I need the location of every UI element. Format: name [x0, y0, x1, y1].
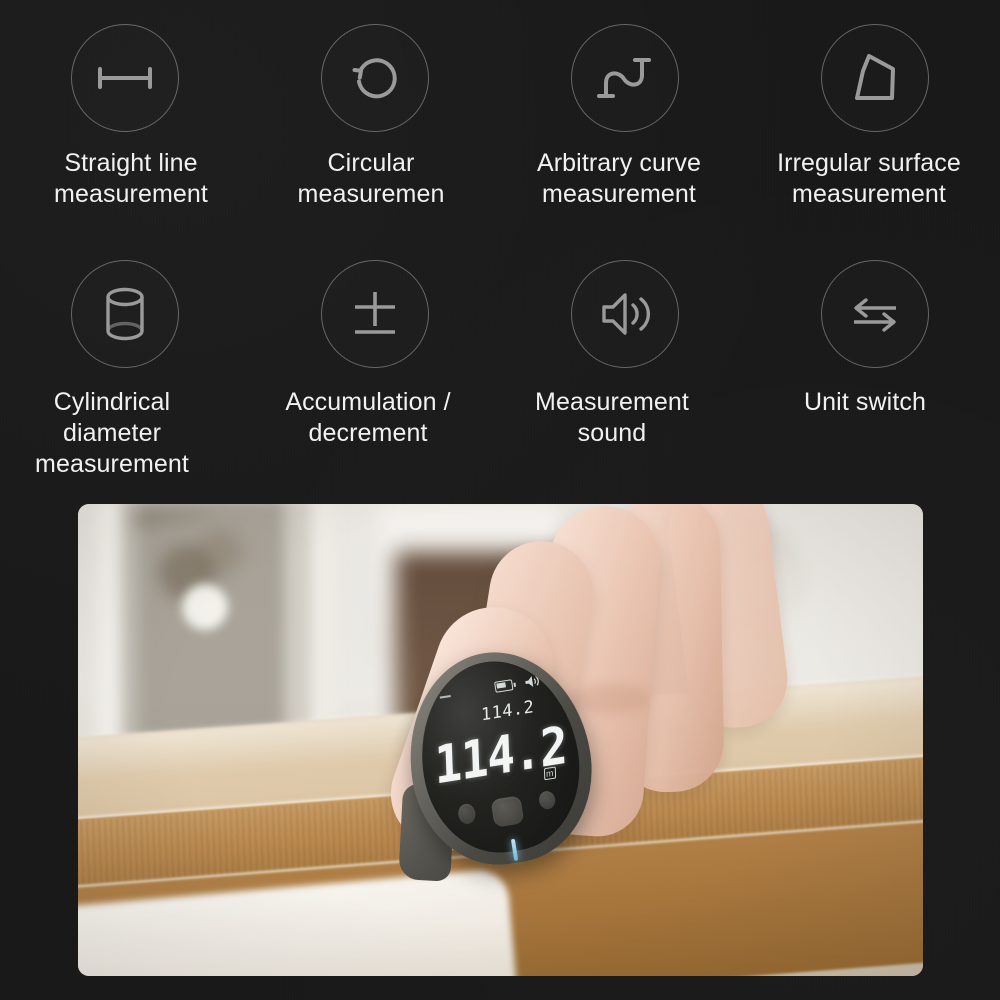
feature-label: Accumulation / decrement — [285, 388, 451, 447]
device-main-reading: 114.2 — [433, 714, 568, 797]
feature-irregular-surface-measurement[interactable]: Irregular surface measurement — [750, 24, 1000, 210]
feature-accumulation-decrement[interactable]: Accumulation / decrement — [250, 260, 500, 480]
feature-circular-measurement[interactable]: Circular measuremen — [250, 24, 500, 210]
plus-minus-icon — [347, 286, 403, 342]
feature-label: Arbitrary curve measurement — [536, 149, 702, 208]
feature-icon-ring — [321, 24, 429, 132]
device-button-center[interactable] — [490, 795, 525, 828]
feature-measurement-sound[interactable]: Measurement sound — [500, 260, 750, 480]
feature-label: Unit switch — [804, 388, 926, 416]
arbitrary-curve-icon — [597, 50, 653, 106]
feature-icon-ring — [71, 24, 179, 132]
feature-arbitrary-curve-measurement[interactable]: Arbitrary curve measurement — [500, 24, 750, 210]
feature-row-2: Cylindrical diameter measurement Accumul… — [0, 260, 1000, 480]
device-unit-badge: m — [543, 766, 556, 781]
straight-line-measure-icon — [95, 61, 155, 95]
speaker-icon — [524, 674, 542, 694]
feature-icon-ring — [571, 24, 679, 132]
feature-icon-ring — [321, 260, 429, 368]
feature-cylindrical-diameter-measurement[interactable]: Cylindrical diameter measurement — [0, 260, 250, 480]
feature-label: Circular measuremen — [297, 149, 445, 208]
feature-label: Measurement sound — [535, 388, 689, 447]
circular-arrow-icon — [347, 50, 403, 106]
feature-icon-ring — [71, 260, 179, 368]
feature-row-1: Straight line measurement Circular measu… — [0, 24, 1000, 210]
feature-straight-line-measurement[interactable]: Straight line measurement — [0, 24, 250, 210]
feature-label: Straight line measurement — [54, 149, 208, 208]
feature-label: Cylindrical diameter measurement — [35, 388, 189, 478]
unit-switch-icon — [846, 292, 904, 336]
feature-icon-ring — [571, 260, 679, 368]
feature-icon-ring — [821, 260, 929, 368]
measuring-device: 114.2 114.2 m — [394, 639, 606, 882]
feature-unit-switch[interactable]: Unit switch — [750, 260, 1000, 480]
photo-knuckle-crease — [574, 684, 650, 714]
battery-icon — [494, 679, 514, 693]
speaker-sound-icon — [596, 289, 654, 339]
feature-icon-ring — [821, 24, 929, 132]
product-feature-page: Straight line measurement Circular measu… — [0, 0, 1000, 1000]
feature-label: Irregular surface measurement — [777, 149, 961, 208]
dash-icon — [439, 694, 451, 699]
product-demo-photo: 114.2 114.2 m — [78, 504, 923, 976]
irregular-surface-icon — [848, 50, 902, 106]
photo-background-highlight — [182, 584, 228, 630]
cylinder-icon — [102, 286, 148, 342]
